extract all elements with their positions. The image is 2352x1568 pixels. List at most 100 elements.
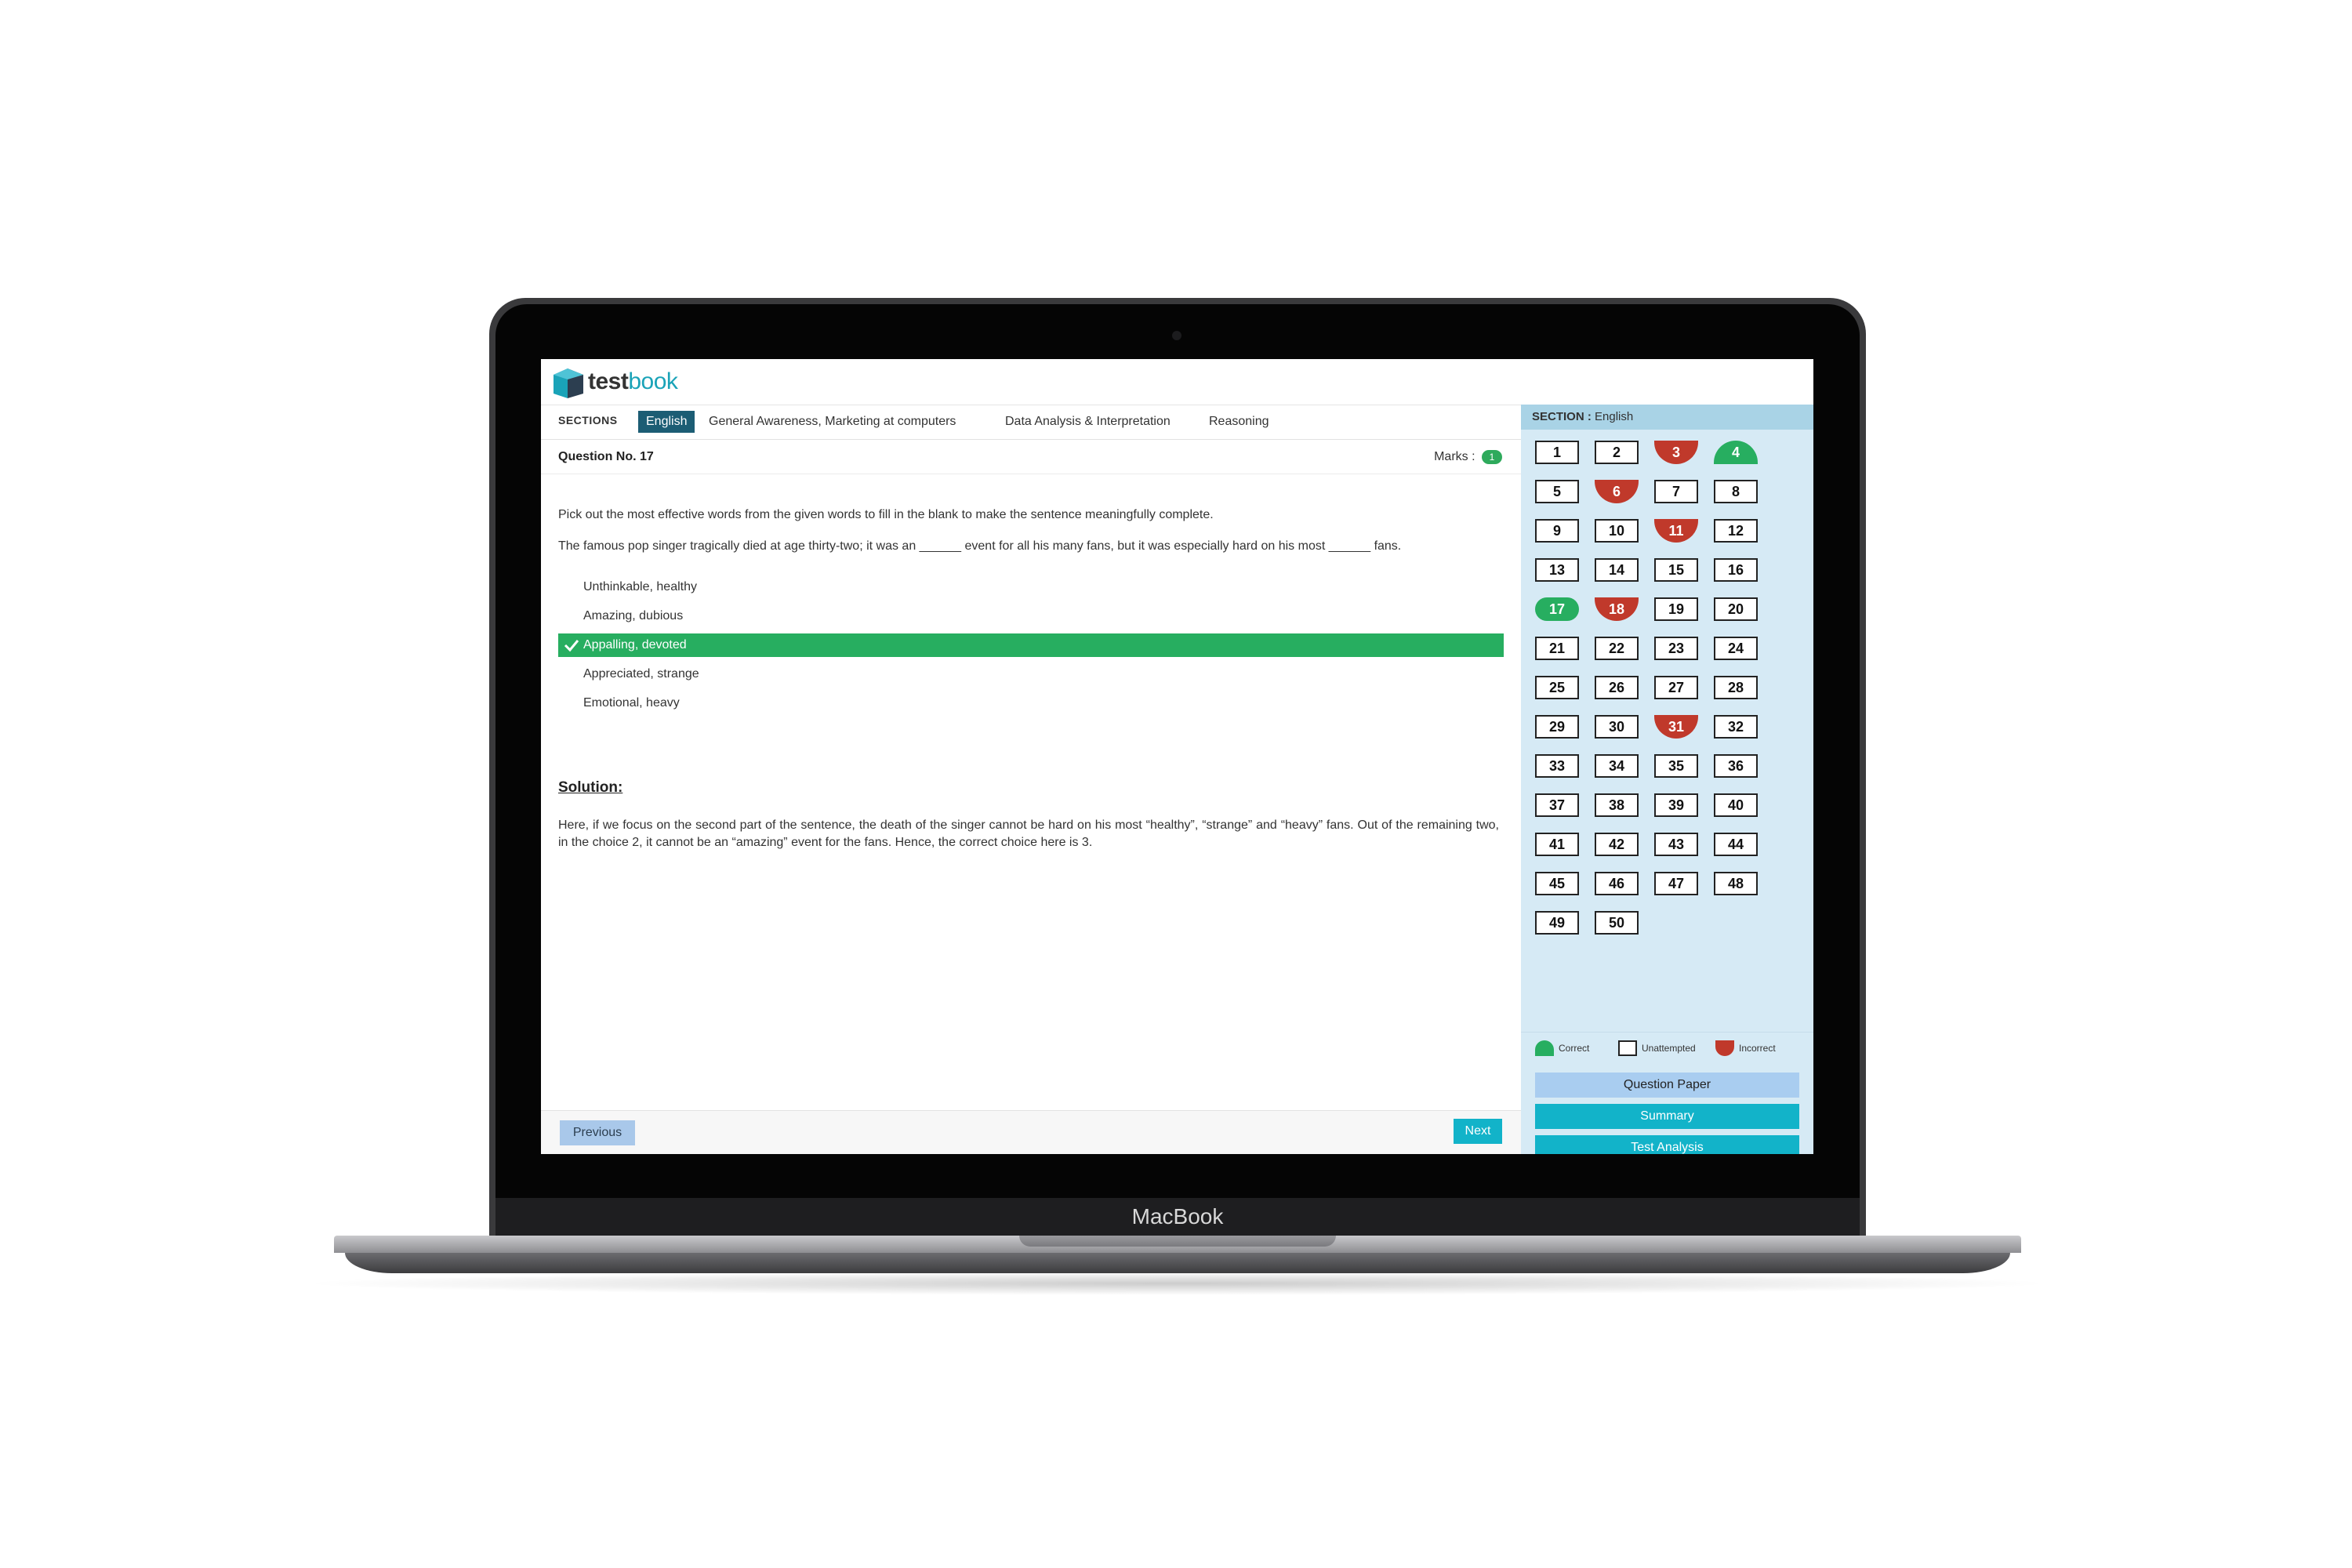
sections-label: SECTIONS bbox=[558, 414, 618, 426]
palette-question-6[interactable]: 6 bbox=[1595, 480, 1639, 503]
question-palette: SECTION : English 1 2 3 4 5 6 7 8 9 10 11 12 13 14 15 1… bbox=[1521, 405, 1813, 1154]
palette-question-22[interactable]: 22 bbox=[1595, 637, 1639, 660]
marks-badge: 1 bbox=[1482, 450, 1502, 464]
tab-english[interactable]: English bbox=[638, 411, 695, 433]
palette-question-2[interactable]: 2 bbox=[1595, 441, 1639, 464]
tab-reasoning[interactable]: Reasoning bbox=[1209, 411, 1269, 433]
palette-question-23[interactable]: 23 bbox=[1654, 637, 1698, 660]
question-instruction: Pick out the most effective words from t… bbox=[558, 508, 1214, 521]
option-2[interactable]: Amazing, dubious bbox=[558, 604, 1504, 628]
palette-question-34[interactable]: 34 bbox=[1595, 754, 1639, 778]
logo-text-light: book bbox=[628, 368, 678, 394]
laptop-notch bbox=[1019, 1236, 1336, 1247]
top-bar: testbook bbox=[541, 359, 1813, 405]
palette-question-35[interactable]: 35 bbox=[1654, 754, 1698, 778]
palette-question-29[interactable]: 29 bbox=[1535, 715, 1579, 739]
question-number: Question No. 17 bbox=[558, 450, 654, 463]
palette-question-24[interactable]: 24 bbox=[1714, 637, 1758, 660]
unattempted-swatch-icon bbox=[1618, 1040, 1637, 1056]
palette-question-49[interactable]: 49 bbox=[1535, 911, 1579, 935]
palette-question-47[interactable]: 47 bbox=[1654, 872, 1698, 895]
solution-title: Solution: bbox=[558, 779, 623, 796]
device-brand: MacBook bbox=[1131, 1204, 1224, 1229]
tab-data-analysis[interactable]: Data Analysis & Interpretation bbox=[1005, 411, 1171, 433]
summary-button[interactable]: Summary bbox=[1535, 1104, 1799, 1129]
palette-question-25[interactable]: 25 bbox=[1535, 676, 1579, 699]
palette-question-36[interactable]: 36 bbox=[1714, 754, 1758, 778]
marks-label: Marks : bbox=[1434, 450, 1475, 464]
option-3-selected[interactable]: Appalling, devoted bbox=[558, 633, 1504, 657]
palette-question-48[interactable]: 48 bbox=[1714, 872, 1758, 895]
previous-button[interactable]: Previous bbox=[560, 1120, 635, 1145]
palette-question-43[interactable]: 43 bbox=[1654, 833, 1698, 856]
option-5[interactable]: Emotional, heavy bbox=[558, 691, 1504, 715]
palette-question-12[interactable]: 12 bbox=[1714, 519, 1758, 543]
question-text: The famous pop singer tragically died at… bbox=[558, 539, 1402, 553]
camera-icon bbox=[1172, 331, 1181, 340]
question-pane: SECTIONS English General Awareness, Mark… bbox=[541, 405, 1521, 1154]
incorrect-swatch-icon bbox=[1715, 1040, 1734, 1056]
palette-question-3[interactable]: 3 bbox=[1654, 441, 1698, 464]
palette-question-41[interactable]: 41 bbox=[1535, 833, 1579, 856]
question-header: Question No. 17 Marks : 1 bbox=[541, 439, 1521, 474]
palette-question-4[interactable]: 4 bbox=[1714, 441, 1758, 464]
sections-bar: SECTIONS English General Awareness, Mark… bbox=[541, 405, 1521, 440]
palette-question-13[interactable]: 13 bbox=[1535, 558, 1579, 582]
palette-question-7[interactable]: 7 bbox=[1654, 480, 1698, 503]
palette-question-8[interactable]: 8 bbox=[1714, 480, 1758, 503]
palette-question-15[interactable]: 15 bbox=[1654, 558, 1698, 582]
palette-question-1[interactable]: 1 bbox=[1535, 441, 1579, 464]
option-4[interactable]: Appreciated, strange bbox=[558, 662, 1504, 686]
option-label: Appalling, devoted bbox=[583, 638, 687, 652]
option-label: Unthinkable, healthy bbox=[583, 580, 697, 593]
option-1[interactable]: Unthinkable, healthy bbox=[558, 575, 1504, 599]
checkmark-icon bbox=[564, 640, 579, 652]
palette-question-11[interactable]: 11 bbox=[1654, 519, 1698, 543]
palette-question-19[interactable]: 19 bbox=[1654, 597, 1698, 621]
palette-question-33[interactable]: 33 bbox=[1535, 754, 1579, 778]
palette-question-20[interactable]: 20 bbox=[1714, 597, 1758, 621]
palette-question-27[interactable]: 27 bbox=[1654, 676, 1698, 699]
palette-question-45[interactable]: 45 bbox=[1535, 872, 1579, 895]
palette-question-42[interactable]: 42 bbox=[1595, 833, 1639, 856]
marks: Marks : 1 bbox=[1434, 450, 1502, 464]
option-label: Appreciated, strange bbox=[583, 667, 699, 681]
palette-question-18[interactable]: 18 bbox=[1595, 597, 1639, 621]
palette-question-32[interactable]: 32 bbox=[1714, 715, 1758, 739]
legend-incorrect-label: Incorrect bbox=[1739, 1043, 1776, 1054]
palette-question-14[interactable]: 14 bbox=[1595, 558, 1639, 582]
solution-text: Here, if we focus on the second part of … bbox=[558, 818, 1499, 849]
legend-unattempted-label: Unattempted bbox=[1642, 1043, 1696, 1054]
palette-question-10[interactable]: 10 bbox=[1595, 519, 1639, 543]
palette-question-16[interactable]: 16 bbox=[1714, 558, 1758, 582]
palette-question-37[interactable]: 37 bbox=[1535, 793, 1579, 817]
palette-section-value: English bbox=[1595, 410, 1634, 423]
palette-question-38[interactable]: 38 bbox=[1595, 793, 1639, 817]
next-button[interactable]: Next bbox=[1454, 1119, 1502, 1144]
app-logo[interactable]: testbook bbox=[588, 367, 678, 397]
palette-question-40[interactable]: 40 bbox=[1714, 793, 1758, 817]
testbook-logo-icon bbox=[554, 368, 583, 398]
app-screen: testbook SECTIONS English General Awaren… bbox=[541, 359, 1813, 1154]
test-analysis-button[interactable]: Test Analysis bbox=[1535, 1135, 1799, 1154]
question-footer: Previous Next bbox=[541, 1110, 1521, 1154]
option-label: Emotional, heavy bbox=[583, 696, 680, 710]
option-label: Amazing, dubious bbox=[583, 609, 684, 622]
palette-question-26[interactable]: 26 bbox=[1595, 676, 1639, 699]
palette-question-28[interactable]: 28 bbox=[1714, 676, 1758, 699]
palette-question-44[interactable]: 44 bbox=[1714, 833, 1758, 856]
palette-question-31[interactable]: 31 bbox=[1654, 715, 1698, 739]
palette-question-17[interactable]: 17 bbox=[1535, 597, 1579, 621]
palette-question-9[interactable]: 9 bbox=[1535, 519, 1579, 543]
question-paper-button[interactable]: Question Paper bbox=[1535, 1073, 1799, 1098]
logo-text-bold: test bbox=[588, 368, 629, 394]
palette-question-46[interactable]: 46 bbox=[1595, 872, 1639, 895]
palette-question-39[interactable]: 39 bbox=[1654, 793, 1698, 817]
palette-question-30[interactable]: 30 bbox=[1595, 715, 1639, 739]
palette-question-50[interactable]: 50 bbox=[1595, 911, 1639, 935]
correct-swatch-icon bbox=[1535, 1040, 1554, 1056]
palette-section-header: SECTION : English bbox=[1521, 405, 1813, 430]
palette-question-5[interactable]: 5 bbox=[1535, 480, 1579, 503]
palette-question-21[interactable]: 21 bbox=[1535, 637, 1579, 660]
tab-general-awareness[interactable]: General Awareness, Marketing at computer… bbox=[709, 411, 956, 433]
